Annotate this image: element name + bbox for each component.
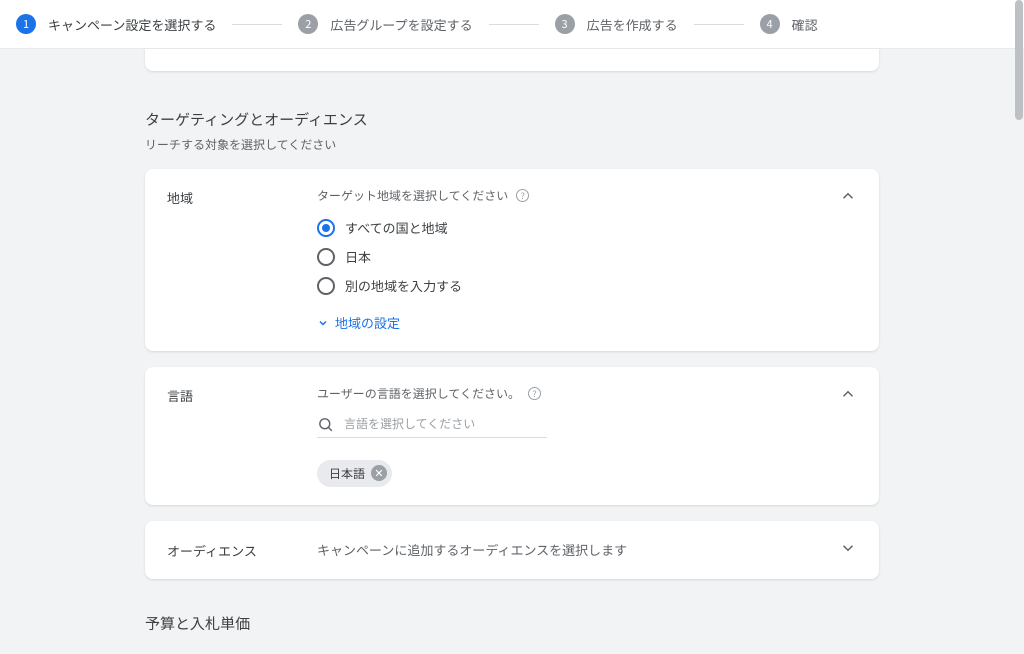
audience-card[interactable]: オーディエンス キャンペーンに追加するオーディエンスを選択します [145, 521, 879, 579]
step-2[interactable]: 2 広告グループを設定する [298, 14, 472, 34]
language-search[interactable] [317, 416, 547, 438]
search-icon [317, 416, 334, 433]
location-radio-group: すべての国と地域 日本 別の地域を入力する [317, 218, 839, 295]
step-3[interactable]: 3 広告を作成する [555, 14, 678, 34]
location-help: ターゲット地域を選択してください ? [317, 187, 839, 204]
expand-toggle[interactable] [839, 539, 857, 561]
radio-enter-other[interactable]: 別の地域を入力する [317, 276, 839, 295]
step-connector [232, 24, 282, 25]
audience-label: オーディエンス [167, 540, 317, 560]
step-number-icon: 4 [760, 14, 780, 34]
help-icon[interactable]: ? [528, 387, 541, 400]
stepper: 1 キャンペーン設定を選択する 2 広告グループを設定する 3 広告を作成する … [0, 0, 1024, 49]
radio-japan[interactable]: 日本 [317, 247, 839, 266]
chevron-down-icon [839, 539, 857, 557]
step-number-icon: 2 [298, 14, 318, 34]
step-label: 広告を作成する [587, 15, 678, 34]
step-label: 確認 [792, 15, 818, 34]
step-label: キャンペーン設定を選択する [48, 15, 216, 34]
step-1[interactable]: 1 キャンペーン設定を選択する [16, 14, 216, 34]
language-card: 言語 ユーザーの言語を選択してください。 ? 日本語 ✕ [145, 367, 879, 505]
chevron-up-icon [839, 385, 857, 403]
section-subtitle: リーチする対象を選択してください [145, 136, 879, 153]
collapse-toggle[interactable] [839, 187, 857, 209]
language-chip: 日本語 ✕ [317, 460, 392, 487]
radio-icon [317, 248, 335, 266]
language-label: 言語 [167, 385, 317, 405]
scrollbar-thumb[interactable] [1015, 0, 1023, 120]
chevron-down-icon [317, 317, 329, 329]
step-connector [694, 24, 744, 25]
radio-icon [317, 277, 335, 295]
budget-section-title: 予算と入札単価 [145, 613, 879, 634]
language-help: ユーザーの言語を選択してください。 ? [317, 385, 839, 402]
radio-all-countries[interactable]: すべての国と地域 [317, 218, 839, 237]
targeting-section-header: ターゲティングとオーディエンス リーチする対象を選択してください [145, 109, 879, 153]
step-connector [489, 24, 539, 25]
language-search-input[interactable] [344, 417, 547, 431]
chip-remove-icon[interactable]: ✕ [371, 465, 387, 481]
audience-summary: キャンペーンに追加するオーディエンスを選択します [317, 540, 839, 559]
section-title: ターゲティングとオーディエンス [145, 109, 879, 130]
step-number-icon: 1 [16, 14, 36, 34]
step-number-icon: 3 [555, 14, 575, 34]
location-label: 地域 [167, 187, 317, 207]
page-content: ターゲティングとオーディエンス リーチする対象を選択してください 地域 ターゲッ… [0, 49, 1024, 654]
language-chips: 日本語 ✕ [317, 460, 839, 487]
location-card: 地域 ターゲット地域を選択してください ? すべての国と地域 日本 [145, 169, 879, 351]
step-4[interactable]: 4 確認 [760, 14, 818, 34]
collapse-toggle[interactable] [839, 385, 857, 407]
radio-icon [317, 219, 335, 237]
step-label: 広告グループを設定する [330, 15, 472, 34]
chevron-up-icon [839, 187, 857, 205]
previous-card-fragment [145, 49, 879, 71]
help-icon[interactable]: ? [516, 189, 529, 202]
location-settings-link[interactable]: 地域の設定 [317, 313, 400, 332]
